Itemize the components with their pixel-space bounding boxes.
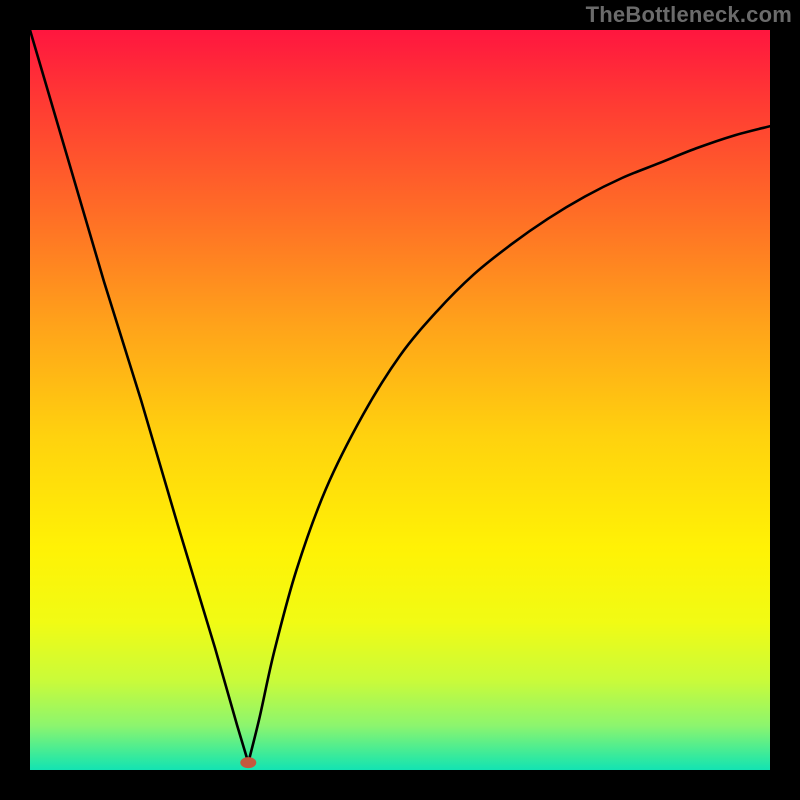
watermark-label: TheBottleneck.com: [586, 2, 792, 28]
chart-svg: [30, 30, 770, 770]
plot-area: [30, 30, 770, 770]
chart-frame: TheBottleneck.com: [0, 0, 800, 800]
vertex-marker: [240, 757, 256, 768]
